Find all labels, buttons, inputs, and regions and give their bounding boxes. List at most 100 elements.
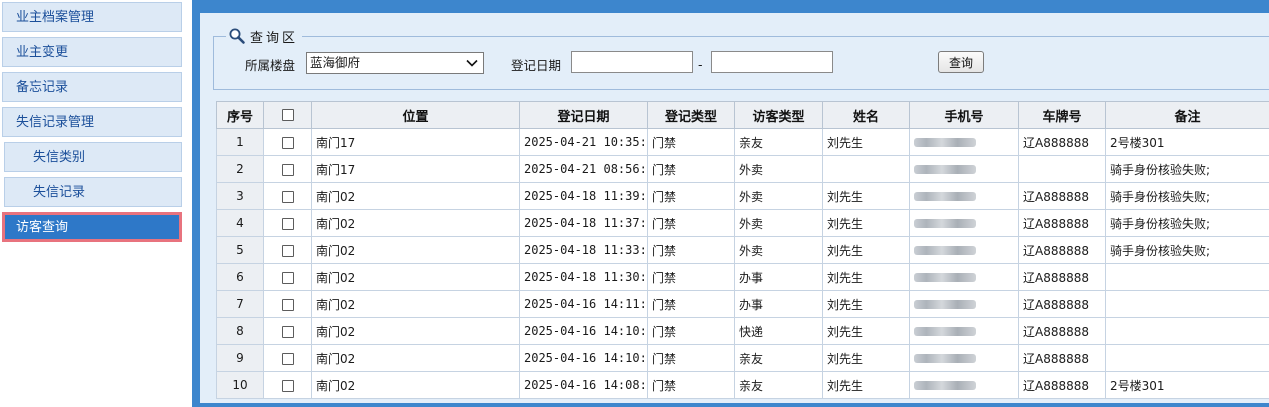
table-row[interactable]: 4 南门022025-04-18 11:37:43门禁外卖刘先生 辽A888888骑… xyxy=(216,209,1269,237)
row-checkbox-cell[interactable] xyxy=(263,371,312,399)
row-date: 2025-04-18 11:37:43 xyxy=(519,209,648,237)
col-header-visitor-type[interactable]: 访客类型 xyxy=(734,101,823,129)
row-name: 刘先生 xyxy=(822,209,910,237)
row-reg-type: 门禁 xyxy=(647,371,735,399)
col-header-plate[interactable]: 车牌号 xyxy=(1018,101,1106,129)
row-date: 2025-04-21 08:56:09 xyxy=(519,155,648,183)
sidebar-item-dishonest-records[interactable]: 失信记录 xyxy=(4,177,182,207)
sidebar-item-dishonest-management[interactable]: 失信记录管理 xyxy=(2,107,182,137)
phone-redacted-blur xyxy=(914,246,976,255)
table-row[interactable]: 1 南门172025-04-21 10:35:05门禁亲友刘先生 辽A8888882… xyxy=(216,128,1269,156)
phone-redacted-blur xyxy=(914,138,976,147)
phone-redacted-blur xyxy=(914,192,976,201)
row-date: 2025-04-18 11:33:39 xyxy=(519,236,648,264)
row-reg-type: 门禁 xyxy=(647,263,735,291)
row-checkbox-cell[interactable] xyxy=(263,236,312,264)
table-row[interactable]: 8 南门022025-04-16 14:10:39门禁快递刘先生 辽A888888 xyxy=(216,317,1269,345)
row-plate: 辽A888888 xyxy=(1018,317,1106,345)
row-checkbox[interactable] xyxy=(281,244,294,257)
row-checkbox[interactable] xyxy=(281,136,294,149)
row-checkbox-cell[interactable] xyxy=(263,155,312,183)
date-label: 登记日期 xyxy=(511,58,562,73)
col-header-remark[interactable]: 备注 xyxy=(1105,101,1269,129)
col-header-phone[interactable]: 手机号 xyxy=(909,101,1019,129)
row-phone xyxy=(909,371,1019,399)
col-header-reg-type[interactable]: 登记类型 xyxy=(647,101,735,129)
row-checkbox-cell[interactable] xyxy=(263,182,312,210)
col-header-index[interactable]: 序号 xyxy=(216,101,264,129)
query-legend: 查询区 xyxy=(226,26,303,46)
col-header-select[interactable] xyxy=(263,101,312,129)
col-header-name[interactable]: 姓名 xyxy=(822,101,910,129)
row-checkbox-cell[interactable] xyxy=(263,209,312,237)
row-remark: 骑手身份核验失败; xyxy=(1105,209,1269,237)
row-remark xyxy=(1105,317,1269,345)
row-reg-type: 门禁 xyxy=(647,155,735,183)
query-button[interactable]: 查询 xyxy=(938,51,984,73)
row-reg-type: 门禁 xyxy=(647,209,735,237)
row-checkbox-cell[interactable] xyxy=(263,263,312,291)
row-checkbox[interactable] xyxy=(281,163,294,176)
row-checkbox-cell[interactable] xyxy=(263,290,312,318)
sidebar-item-memo[interactable]: 备忘记录 xyxy=(2,72,182,102)
row-checkbox[interactable] xyxy=(281,352,294,365)
row-remark xyxy=(1105,290,1269,318)
row-phone xyxy=(909,317,1019,345)
row-phone xyxy=(909,263,1019,291)
row-plate: 辽A888888 xyxy=(1018,128,1106,156)
row-checkbox-cell[interactable] xyxy=(263,344,312,372)
row-remark: 骑手身份核验失败; xyxy=(1105,182,1269,210)
phone-redacted-blur xyxy=(914,165,976,174)
row-name: 刘先生 xyxy=(822,182,910,210)
table-row[interactable]: 5 南门022025-04-18 11:33:39门禁外卖刘先生 辽A888888骑… xyxy=(216,236,1269,264)
row-checkbox[interactable] xyxy=(281,298,294,311)
row-plate: 辽A888888 xyxy=(1018,209,1106,237)
sidebar-item-owner-records[interactable]: 业主档案管理 xyxy=(2,2,182,32)
table-row[interactable]: 10 南门022025-04-16 14:08:47门禁亲友刘先生 辽A888888… xyxy=(216,371,1269,399)
sidebar-item-visitor-query[interactable]: 访客查询 xyxy=(2,212,182,242)
row-visitor-type: 亲友 xyxy=(734,128,823,156)
row-remark: 骑手身份核验失败; xyxy=(1105,155,1269,183)
row-location: 南门02 xyxy=(311,182,520,210)
row-index: 10 xyxy=(216,371,264,399)
table-row[interactable]: 9 南门022025-04-16 14:10:27门禁亲友刘先生 辽A888888 xyxy=(216,344,1269,372)
date-to-input[interactable] xyxy=(711,51,833,73)
row-checkbox[interactable] xyxy=(281,217,294,230)
table-row[interactable]: 7 南门022025-04-16 14:11:49门禁办事刘先生 辽A888888 xyxy=(216,290,1269,318)
phone-redacted-blur xyxy=(914,354,976,363)
row-remark xyxy=(1105,344,1269,372)
date-from-input[interactable] xyxy=(571,51,693,73)
row-checkbox[interactable] xyxy=(281,379,294,392)
table-header-row: 序号 位置 登记日期 登记类型 访客类型 姓名 手机号 车牌号 备注 xyxy=(216,101,1269,129)
row-plate: 辽A888888 xyxy=(1018,236,1106,264)
sidebar-item-dishonest-category[interactable]: 失信类别 xyxy=(4,142,182,172)
row-visitor-type: 亲友 xyxy=(734,344,823,372)
row-location: 南门02 xyxy=(311,317,520,345)
row-date: 2025-04-16 14:11:49 xyxy=(519,290,648,318)
row-checkbox-cell[interactable] xyxy=(263,128,312,156)
row-checkbox[interactable] xyxy=(281,271,294,284)
row-index: 4 xyxy=(216,209,264,237)
row-checkbox-cell[interactable] xyxy=(263,317,312,345)
sidebar-item-owner-change[interactable]: 业主变更 xyxy=(2,37,182,67)
table-row[interactable]: 6 南门022025-04-18 11:30:28门禁办事刘先生 辽A888888 xyxy=(216,263,1269,291)
row-index: 8 xyxy=(216,317,264,345)
table-row[interactable]: 3 南门022025-04-18 11:39:32门禁外卖刘先生 辽A888888骑… xyxy=(216,182,1269,210)
row-date: 2025-04-16 14:08:47 xyxy=(519,371,648,399)
phone-redacted-blur xyxy=(914,219,976,228)
row-visitor-type: 亲友 xyxy=(734,371,823,399)
row-checkbox[interactable] xyxy=(281,190,294,203)
row-name: 刘先生 xyxy=(822,263,910,291)
row-checkbox[interactable] xyxy=(281,325,294,338)
row-remark: 2号楼301 xyxy=(1105,128,1269,156)
col-header-date[interactable]: 登记日期 xyxy=(519,101,648,129)
row-name: 刘先生 xyxy=(822,344,910,372)
select-all-checkbox[interactable] xyxy=(281,109,294,121)
row-date: 2025-04-18 11:39:32 xyxy=(519,182,648,210)
row-visitor-type: 外卖 xyxy=(734,155,823,183)
row-phone xyxy=(909,155,1019,183)
row-plate: 辽A888888 xyxy=(1018,344,1106,372)
col-header-location[interactable]: 位置 xyxy=(311,101,520,129)
building-select[interactable]: 蓝海御府 xyxy=(306,52,484,74)
table-row[interactable]: 2 南门172025-04-21 08:56:09门禁外卖 骑手身份核验失败; xyxy=(216,155,1269,183)
